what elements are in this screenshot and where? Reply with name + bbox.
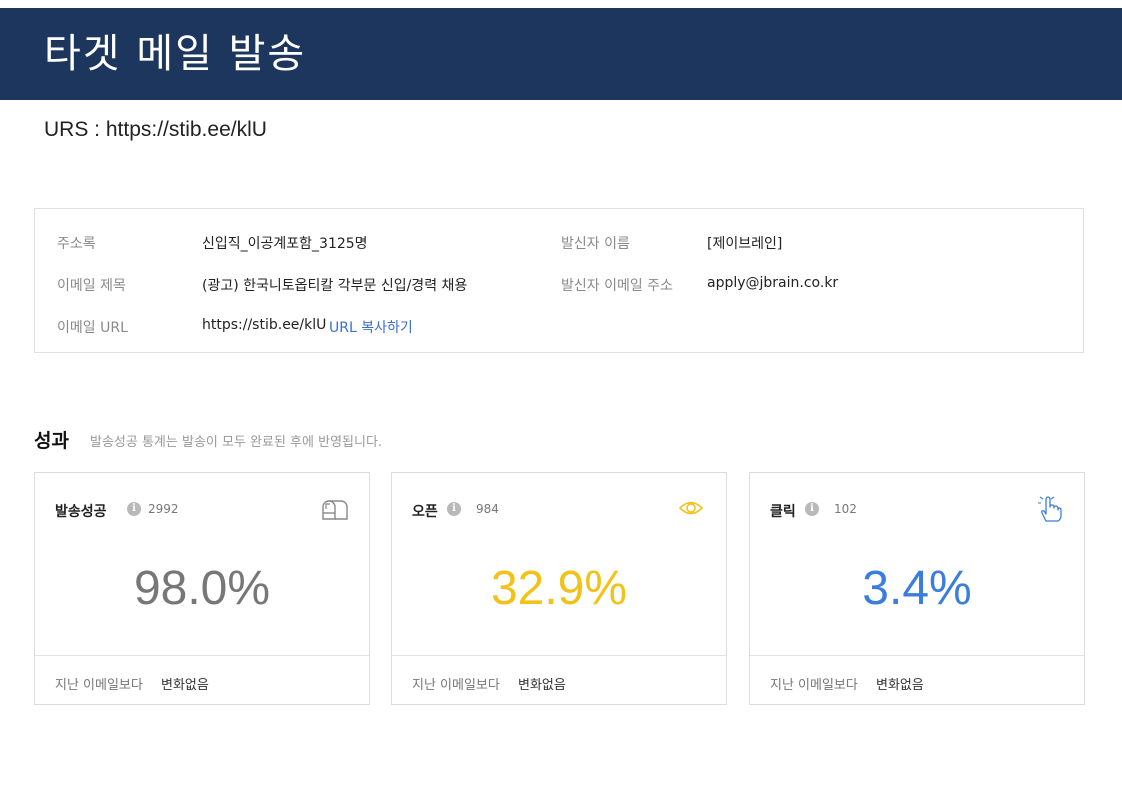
- eye-icon: [678, 501, 704, 515]
- stat-card-open: 오픈 i 984 32.9% 지난 이메일보다 변화없음: [391, 472, 727, 705]
- card-count: 2992: [148, 502, 179, 516]
- card-divider: [750, 655, 1084, 656]
- page-title: 타겟 메일 발송: [44, 31, 307, 77]
- card-count: 984: [476, 502, 499, 516]
- pointer-hand-icon: [1038, 496, 1062, 522]
- sender-name-label: 발신자 이름: [561, 236, 630, 252]
- sender-name-value: [제이브레인]: [707, 236, 783, 252]
- card-footer-value: 변화없음: [518, 678, 566, 693]
- card-footer-label: 지난 이메일보다: [412, 678, 500, 693]
- card-count: 102: [834, 502, 857, 516]
- email-url-value: https://stib.ee/klU: [202, 317, 327, 333]
- card-footer-value: 변화없음: [876, 678, 924, 693]
- performance-note: 발송성공 통계는 발송이 모두 완료된 후에 반영됩니다.: [90, 435, 383, 450]
- info-icon[interactable]: i: [805, 502, 819, 516]
- stat-card-click: 클릭 i 102 3.4% 지난 이메일보다 변화없음: [749, 472, 1085, 705]
- top-strip: [0, 0, 1122, 8]
- mail-info-panel: 주소록 신입직_이공계포함_3125명 발신자 이름 [제이브레인] 이메일 제…: [34, 208, 1084, 353]
- card-percent: 3.4%: [862, 562, 972, 615]
- mailbox-icon: [322, 500, 348, 520]
- address-book-label: 주소록: [57, 236, 96, 252]
- stat-card-delivered: 발송성공 i 2992 98.0% 지난 이메일보다 변화없음: [34, 472, 370, 705]
- sender-email-label: 발신자 이메일 주소: [561, 278, 673, 294]
- copy-url-link[interactable]: URL 복사하기: [329, 317, 413, 337]
- subject-label: 이메일 제목: [57, 278, 126, 294]
- card-percent: 32.9%: [490, 562, 628, 615]
- card-percent: 98.0%: [133, 562, 271, 615]
- info-icon[interactable]: i: [447, 502, 461, 516]
- card-name: 오픈: [412, 504, 438, 520]
- card-divider: [392, 655, 726, 656]
- page-header: 타겟 메일 발송: [0, 8, 1122, 100]
- email-url-label: 이메일 URL: [57, 320, 128, 336]
- urs-line: URS : https://stib.ee/klU: [44, 118, 267, 141]
- card-footer-label: 지난 이메일보다: [770, 678, 858, 693]
- card-footer-label: 지난 이메일보다: [55, 678, 143, 693]
- info-icon[interactable]: i: [127, 502, 141, 516]
- performance-title: 성과: [34, 430, 69, 452]
- subject-value: (광고) 한국니토옵티칼 각부문 신입/경력 채용: [202, 278, 468, 294]
- card-divider: [35, 655, 369, 656]
- card-footer-value: 변화없음: [161, 678, 209, 693]
- sender-email-value: apply@jbrain.co.kr: [707, 275, 839, 291]
- card-name: 클릭: [770, 504, 796, 520]
- address-book-value: 신입직_이공계포함_3125명: [202, 236, 368, 252]
- card-name: 발송성공: [55, 504, 107, 520]
